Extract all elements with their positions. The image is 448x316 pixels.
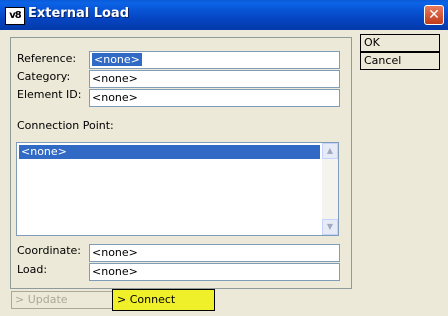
reference-value: <none> — [92, 53, 142, 66]
load-field[interactable]: <none> — [89, 263, 340, 281]
load-label: Load: — [17, 263, 48, 276]
coordinate-label: Coordinate: — [17, 244, 82, 257]
reference-label: Reference: — [17, 52, 77, 65]
app-logo-icon: v8 — [5, 7, 25, 25]
element-id-field[interactable]: <none> — [89, 89, 340, 107]
close-button[interactable]: ✕ — [424, 5, 444, 25]
coordinate-field[interactable]: <none> — [89, 244, 340, 262]
scroll-up-arrow-icon[interactable]: ▲ — [322, 143, 338, 159]
update-button[interactable]: > Update — [11, 291, 113, 309]
element-id-label: Element ID: — [17, 88, 82, 101]
list-item[interactable]: <none> — [19, 145, 320, 159]
category-field[interactable]: <none> — [89, 70, 340, 88]
scroll-down-arrow-icon[interactable]: ▼ — [322, 219, 338, 235]
title-bar: v8 External Load ✕ — [0, 0, 448, 30]
ok-button[interactable]: OK — [360, 34, 440, 52]
cancel-button[interactable]: Cancel — [360, 52, 440, 70]
connect-button[interactable]: > Connect — [112, 289, 215, 311]
vertical-scrollbar[interactable]: ▲ ▼ — [322, 143, 338, 235]
reference-field[interactable]: <none> — [89, 51, 340, 69]
window-title: External Load — [28, 6, 130, 21]
connection-point-list[interactable]: <none> ▲ ▼ — [16, 142, 339, 236]
connection-point-label: Connection Point: — [17, 119, 114, 132]
category-label: Category: — [17, 70, 71, 83]
